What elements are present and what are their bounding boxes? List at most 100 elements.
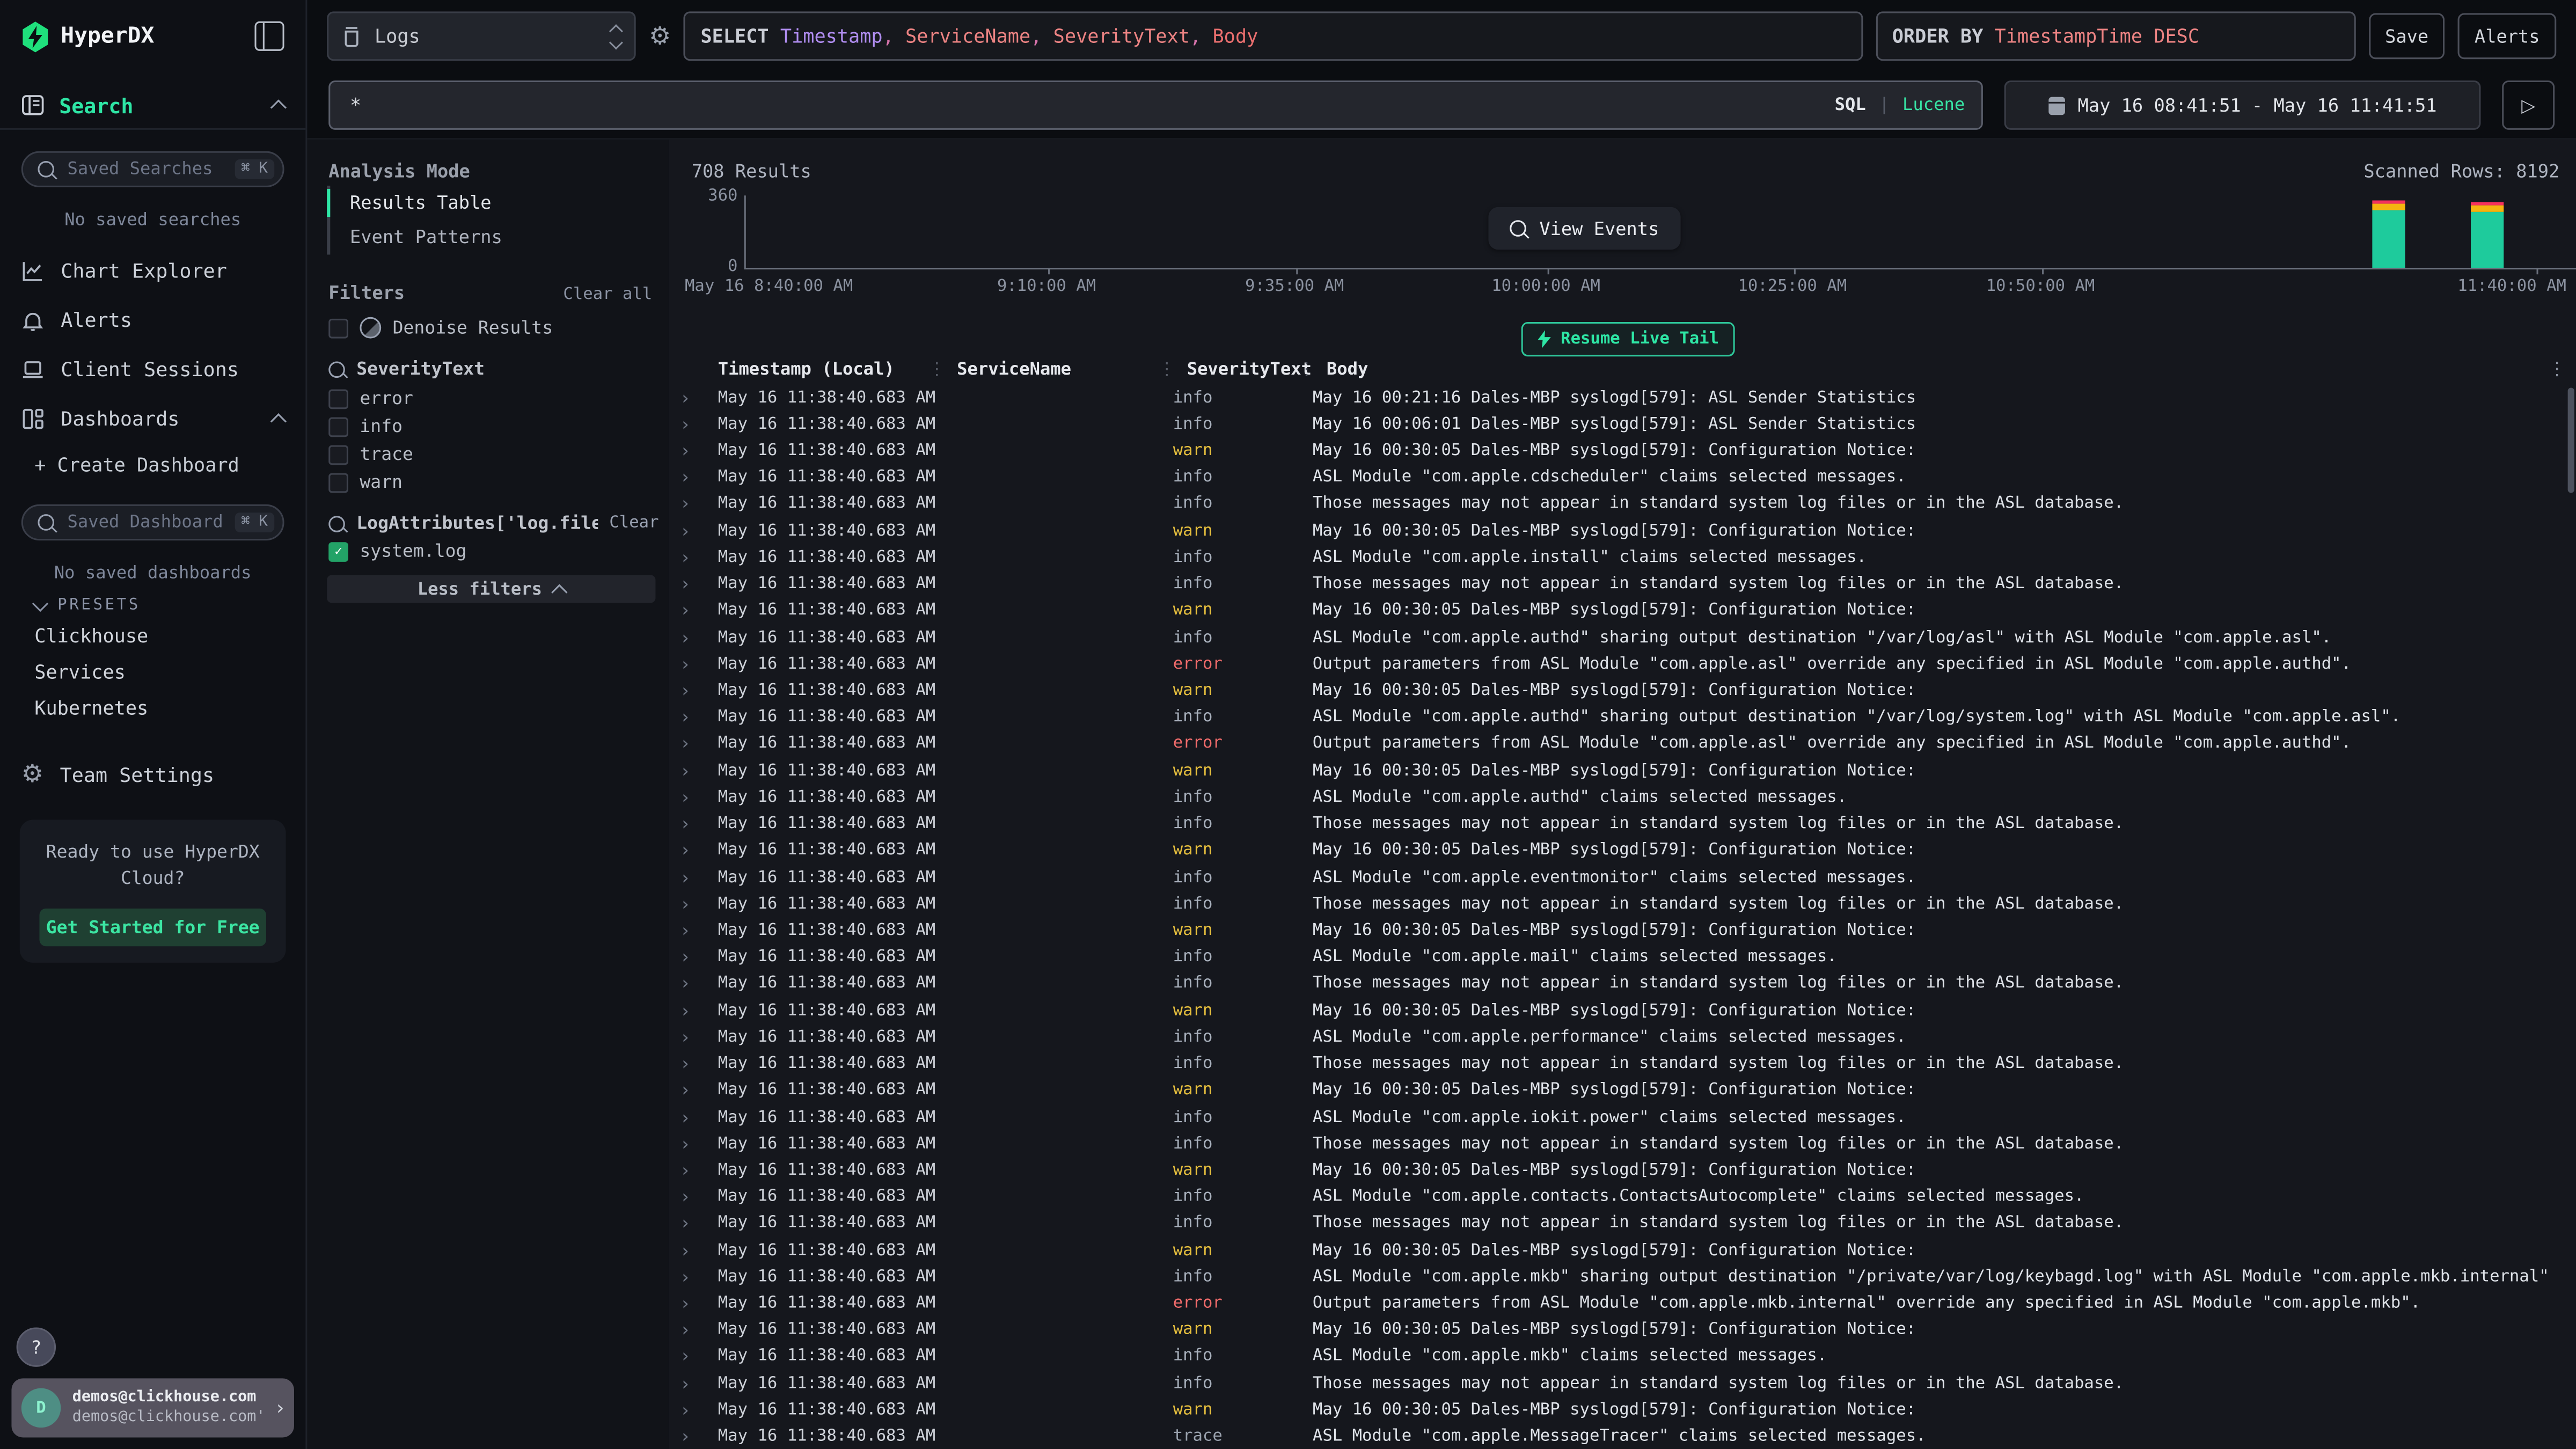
- filter-option-info[interactable]: info: [328, 415, 658, 437]
- clear-all-link[interactable]: Clear all: [563, 286, 652, 304]
- help-button[interactable]: ?: [17, 1327, 56, 1366]
- denoise-checkbox[interactable]: [328, 318, 348, 338]
- sql-mode-toggle[interactable]: SQL: [1835, 96, 1866, 115]
- expand-chevron-icon[interactable]: ›: [682, 655, 718, 674]
- log-row[interactable]: ›May 16 11:38:40.683 AMtraceASL Module "…: [682, 1424, 2550, 1449]
- column-header-timestamp[interactable]: Timestamp (Local): [718, 360, 943, 379]
- expand-chevron-icon[interactable]: ›: [682, 788, 718, 807]
- expand-chevron-icon[interactable]: ›: [682, 1374, 718, 1393]
- filter-option-warn[interactable]: warn: [328, 472, 658, 493]
- expand-chevron-icon[interactable]: ›: [682, 469, 718, 487]
- checkbox-checked[interactable]: ✓: [328, 541, 348, 561]
- expand-chevron-icon[interactable]: ›: [682, 975, 718, 993]
- expand-chevron-icon[interactable]: ›: [682, 921, 718, 940]
- histogram-bar[interactable]: [2372, 200, 2405, 268]
- expand-chevron-icon[interactable]: ›: [682, 682, 718, 700]
- log-row[interactable]: ›May 16 11:38:40.683 AMinfoThose message…: [682, 571, 2550, 598]
- expand-chevron-icon[interactable]: ›: [682, 1001, 718, 1020]
- log-row[interactable]: ›May 16 11:38:40.683 AMinfoASL Module "c…: [682, 624, 2550, 651]
- tab-event-patterns[interactable]: Event Patterns: [330, 220, 502, 254]
- denoise-filter[interactable]: Denoise Results: [328, 317, 658, 339]
- column-header-servicename[interactable]: ⋮ServiceName: [943, 360, 1173, 379]
- expand-chevron-icon[interactable]: ›: [682, 1161, 718, 1180]
- log-row[interactable]: ›May 16 11:38:40.683 AMinfoASL Module "c…: [682, 544, 2550, 571]
- filter-option-error[interactable]: error: [328, 387, 658, 409]
- expand-chevron-icon[interactable]: ›: [682, 735, 718, 753]
- select-query-input[interactable]: SELECT Timestamp, ServiceName, SeverityT…: [684, 11, 1863, 61]
- clear-link[interactable]: Clear: [609, 514, 658, 532]
- column-resize-handle[interactable]: ⋮: [1158, 360, 1175, 379]
- histogram-bar[interactable]: [2471, 202, 2504, 268]
- expand-chevron-icon[interactable]: ›: [682, 895, 718, 913]
- lucene-mode-toggle[interactable]: Lucene: [1902, 96, 1965, 115]
- filter-option-trace[interactable]: trace: [328, 444, 658, 465]
- expand-chevron-icon[interactable]: ›: [682, 548, 718, 567]
- presets-toggle[interactable]: PRESETS: [0, 583, 305, 618]
- checkbox[interactable]: [328, 389, 348, 408]
- log-row[interactable]: ›May 16 11:38:40.683 AMwarnMay 16 00:30:…: [682, 1157, 2550, 1184]
- log-row[interactable]: ›May 16 11:38:40.683 AMerrorOutput param…: [682, 651, 2550, 678]
- sidebar-item-dashboards[interactable]: Dashboards: [0, 394, 305, 444]
- log-row[interactable]: ›May 16 11:38:40.683 AMinfoThose message…: [682, 1210, 2550, 1237]
- log-row[interactable]: ›May 16 11:38:40.683 AMinfoASL Module "c…: [682, 784, 2550, 811]
- saved-dashboards-field[interactable]: [64, 511, 224, 534]
- expand-chevron-icon[interactable]: ›: [682, 708, 718, 727]
- expand-chevron-icon[interactable]: ›: [682, 1268, 718, 1286]
- log-row[interactable]: ›May 16 11:38:40.683 AMinfoASL Module "c…: [682, 464, 2550, 491]
- alerts-button[interactable]: Alerts: [2458, 13, 2556, 59]
- log-row[interactable]: ›May 16 11:38:40.683 AMinfoASL Module "c…: [682, 1184, 2550, 1211]
- table-options-kebab-icon[interactable]: ⋮: [2548, 358, 2566, 379]
- expand-chevron-icon[interactable]: ›: [682, 602, 718, 620]
- saved-searches-field[interactable]: [64, 158, 224, 181]
- expand-chevron-icon[interactable]: ›: [682, 389, 718, 407]
- expand-chevron-icon[interactable]: ›: [682, 1321, 718, 1340]
- scrollbar-thumb[interactable]: [2568, 387, 2574, 493]
- expand-chevron-icon[interactable]: ›: [682, 628, 718, 647]
- log-row[interactable]: ›May 16 11:38:40.683 AMinfoThose message…: [682, 491, 2550, 518]
- log-row[interactable]: ›May 16 11:38:40.683 AMinfoThose message…: [682, 1051, 2550, 1078]
- sidebar-item-services[interactable]: Services: [0, 654, 305, 690]
- log-row[interactable]: ›May 16 11:38:40.683 AMinfoThose message…: [682, 971, 2550, 998]
- expand-chevron-icon[interactable]: ›: [682, 762, 718, 780]
- filter-option-system-log[interactable]: ✓ system.log: [328, 540, 658, 562]
- sidebar-item-clickhouse[interactable]: Clickhouse: [0, 618, 305, 654]
- column-resize-handle[interactable]: ⋮: [1298, 360, 1315, 379]
- chevron-up-icon[interactable]: [270, 99, 287, 115]
- sidebar-collapse-icon[interactable]: [254, 21, 284, 51]
- expand-chevron-icon[interactable]: ›: [682, 1428, 718, 1446]
- log-row[interactable]: ›May 16 11:38:40.683 AMwarnMay 16 00:30:…: [682, 598, 2550, 625]
- log-row[interactable]: ›May 16 11:38:40.683 AMinfoMay 16 00:21:…: [682, 384, 2550, 411]
- expand-chevron-icon[interactable]: ›: [682, 1401, 718, 1419]
- expand-chevron-icon[interactable]: ›: [682, 522, 718, 540]
- log-row[interactable]: ›May 16 11:38:40.683 AMinfoASL Module "c…: [682, 1264, 2550, 1291]
- log-row[interactable]: ›May 16 11:38:40.683 AMwarnMay 16 00:30:…: [682, 677, 2550, 704]
- log-row[interactable]: ›May 16 11:38:40.683 AMinfoASL Module "c…: [682, 1344, 2550, 1371]
- order-by-input[interactable]: ORDER BY TimestampTime DESC: [1876, 11, 2355, 61]
- get-started-button[interactable]: Get Started for Free: [39, 909, 266, 947]
- saved-dashboards-input[interactable]: ⌘ K: [21, 504, 284, 540]
- log-row[interactable]: ›May 16 11:38:40.683 AMwarnMay 16 00:30:…: [682, 1237, 2550, 1264]
- expand-chevron-icon[interactable]: ›: [682, 1108, 718, 1126]
- less-filters-button[interactable]: Less filters: [327, 575, 655, 603]
- checkbox[interactable]: [328, 416, 348, 436]
- expand-chevron-icon[interactable]: ›: [682, 1188, 718, 1206]
- log-row[interactable]: ›May 16 11:38:40.683 AMwarnMay 16 00:30:…: [682, 518, 2550, 545]
- log-row[interactable]: ›May 16 11:38:40.683 AMinfoASL Module "c…: [682, 1104, 2550, 1131]
- expand-chevron-icon[interactable]: ›: [682, 442, 718, 460]
- expand-chevron-icon[interactable]: ›: [682, 1348, 718, 1366]
- chevron-up-icon[interactable]: [270, 413, 287, 429]
- column-resize-handle[interactable]: ⋮: [928, 360, 946, 379]
- search-query-field[interactable]: [347, 92, 1821, 118]
- expand-chevron-icon[interactable]: ›: [682, 841, 718, 860]
- expand-chevron-icon[interactable]: ›: [682, 1028, 718, 1046]
- expand-chevron-icon[interactable]: ›: [682, 1294, 718, 1313]
- run-query-button[interactable]: ▷: [2502, 80, 2555, 130]
- search-query-input[interactable]: SQL | Lucene: [328, 80, 1983, 130]
- expand-chevron-icon[interactable]: ›: [682, 868, 718, 887]
- log-row[interactable]: ›May 16 11:38:40.683 AMwarnMay 16 00:30:…: [682, 438, 2550, 465]
- log-row[interactable]: ›May 16 11:38:40.683 AMinfoThose message…: [682, 811, 2550, 838]
- column-header-body[interactable]: ⋮Body: [1313, 360, 2550, 379]
- brand-logo[interactable]: HyperDX: [21, 20, 155, 52]
- log-row[interactable]: ›May 16 11:38:40.683 AMwarnMay 16 00:30:…: [682, 997, 2550, 1024]
- source-settings-gear-icon[interactable]: ⚙: [649, 24, 671, 48]
